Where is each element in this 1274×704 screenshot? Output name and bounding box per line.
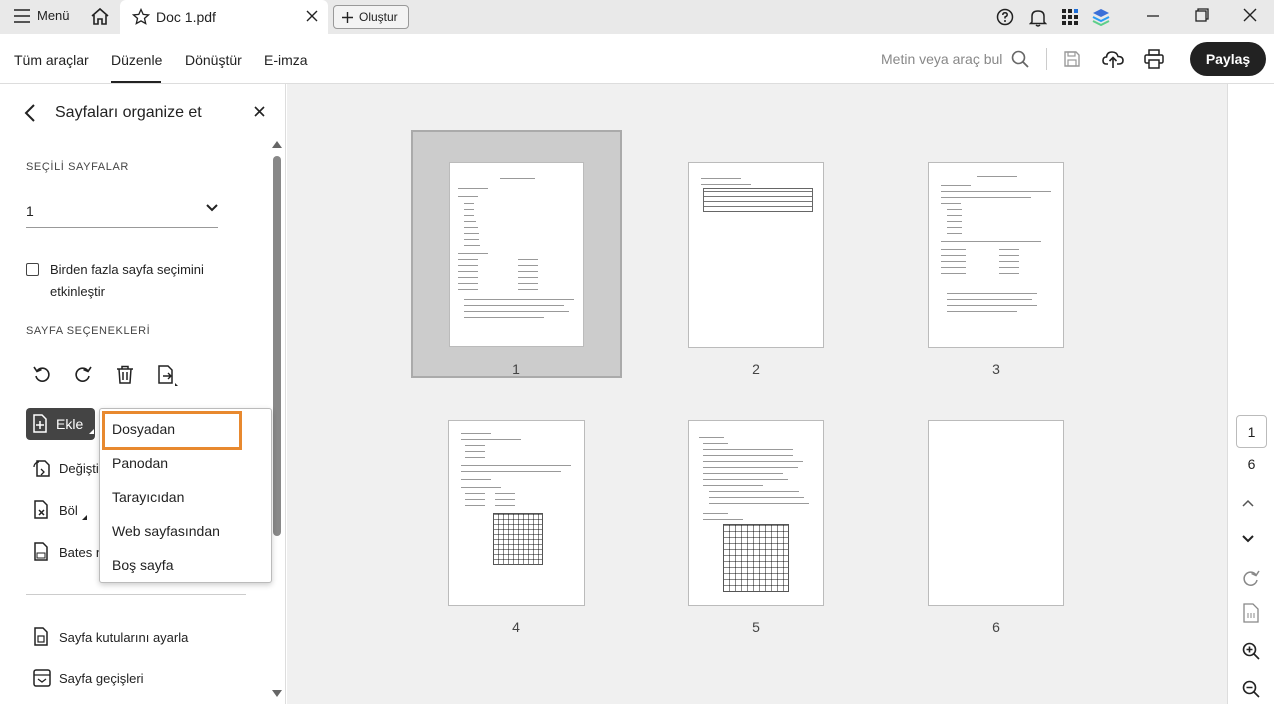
option-blank-page[interactable]: Boş sayfa	[112, 557, 173, 573]
minimize-icon[interactable]	[1147, 10, 1159, 22]
tab-e-sign[interactable]: E-imza	[264, 52, 308, 68]
scroll-up-arrow-icon[interactable]	[272, 140, 282, 148]
tab-edit[interactable]: Düzenle	[111, 52, 162, 68]
replace-page-icon	[33, 460, 50, 477]
page-thumbnails-area: 1 2 3 4 5 6	[287, 84, 1227, 704]
chevron-down-icon	[206, 204, 218, 212]
zoom-in-icon[interactable]	[1242, 642, 1260, 660]
set-page-boxes-button[interactable]: Sayfa kutularını ayarla	[33, 627, 188, 647]
dropdown-triangle-icon	[89, 428, 95, 434]
extract-page-icon[interactable]	[157, 365, 179, 387]
create-button[interactable]: Oluştur	[333, 5, 409, 29]
active-tab-indicator	[111, 81, 161, 83]
insert-dropdown-menu: Dosyadan Panodan Tarayıcıdan Web sayfası…	[99, 408, 272, 583]
page-number-3: 3	[992, 361, 1000, 377]
dropdown-triangle-icon	[81, 514, 87, 520]
page-transitions-button[interactable]: Sayfa geçişleri	[33, 669, 144, 687]
split-label: Böl	[59, 502, 78, 518]
option-from-scanner[interactable]: Tarayıcıdan	[112, 489, 184, 505]
cloud-upload-icon[interactable]	[1102, 49, 1124, 69]
profile-logo-icon[interactable]	[1092, 8, 1110, 26]
page-number-2: 2	[752, 361, 760, 377]
option-from-clipboard[interactable]: Panodan	[112, 455, 168, 471]
split-page-icon	[34, 500, 48, 519]
panel-title: Sayfaları organize et	[55, 104, 202, 121]
apps-grid-icon[interactable]	[1061, 8, 1079, 26]
page-number-6: 6	[992, 619, 1000, 635]
page-thumbnail-4[interactable]	[448, 420, 585, 606]
title-bar: Menü Doc 1.pdf Oluştur	[0, 0, 1274, 34]
restore-window-icon[interactable]	[1195, 8, 1209, 22]
split-button[interactable]: Böl	[33, 500, 87, 520]
star-icon[interactable]	[132, 8, 150, 26]
page-number-5: 5	[752, 619, 760, 635]
insert-page-icon	[33, 414, 47, 433]
delete-icon[interactable]	[116, 365, 134, 384]
page-thumbnail-5[interactable]	[688, 420, 824, 606]
search-tools-input[interactable]: Metin veya araç bul	[881, 51, 1002, 67]
page-options-label: SAYFA SEÇENEKLERİ	[26, 325, 151, 337]
main-toolbar: Tüm araçlar Düzenle Dönüştür E-imza Meti…	[0, 34, 1274, 84]
organize-pages-panel: Sayfaları organize et SEÇİLİ SAYFALAR 1 …	[0, 84, 286, 704]
page-number-1: 1	[512, 361, 520, 377]
bates-numbering-label: Bates n	[59, 544, 104, 560]
total-pages-label: 6	[1247, 456, 1256, 472]
home-icon[interactable]	[90, 7, 110, 27]
document-tab-name: Doc 1.pdf	[156, 9, 216, 25]
toolbar-divider	[1046, 48, 1047, 70]
close-tab-icon[interactable]	[306, 10, 318, 22]
save-icon[interactable]	[1063, 50, 1081, 68]
document-tab[interactable]: Doc 1.pdf	[120, 0, 328, 34]
page-thumbnail-2[interactable]	[688, 162, 824, 348]
selected-pages-value: 1	[26, 203, 34, 219]
current-page-input[interactable]: 1	[1236, 415, 1267, 448]
notification-bell-icon[interactable]	[1029, 8, 1047, 27]
print-icon[interactable]	[1144, 49, 1164, 69]
close-panel-icon[interactable]	[254, 106, 265, 117]
page-thumbnail-1[interactable]	[449, 162, 584, 347]
page-boxes-icon	[34, 627, 48, 646]
multi-select-label: Birden fazla sayfa seçimini etkinleştir	[50, 262, 204, 299]
panel-divider	[26, 594, 246, 595]
set-page-boxes-label: Sayfa kutularını ayarla	[59, 629, 189, 645]
replace-button[interactable]: Değişti	[33, 458, 99, 478]
replace-label: Değişti	[59, 460, 99, 476]
insert-button[interactable]: Ekle	[26, 408, 95, 440]
rotate-right-icon[interactable]	[74, 365, 92, 383]
hamburger-icon	[14, 8, 30, 23]
selected-pages-select[interactable]: 1	[26, 196, 218, 228]
close-window-icon[interactable]	[1243, 8, 1257, 22]
page-number-4: 4	[512, 619, 520, 635]
option-from-file[interactable]: Dosyadan	[112, 421, 175, 437]
page-transitions-icon	[33, 669, 51, 687]
insert-label: Ekle	[56, 416, 84, 432]
bates-numbering-button[interactable]: Bates n	[33, 542, 103, 562]
selected-pages-label: SEÇİLİ SAYFALAR	[26, 161, 129, 173]
bates-numbering-icon	[34, 542, 48, 561]
scroll-down-arrow-icon[interactable]	[272, 690, 282, 698]
back-arrow-icon[interactable]	[24, 104, 36, 122]
page-transitions-label: Sayfa geçişleri	[59, 670, 144, 686]
multi-select-checkbox[interactable]	[26, 263, 39, 276]
create-label: Oluştur	[359, 10, 398, 24]
page-thumbnail-3[interactable]	[928, 162, 1064, 348]
fit-page-icon[interactable]	[1243, 603, 1259, 623]
option-from-web-page[interactable]: Web sayfasından	[112, 523, 220, 539]
zoom-out-icon[interactable]	[1242, 680, 1260, 698]
panel-scrollbar[interactable]	[273, 156, 281, 536]
rotate-left-icon[interactable]	[33, 365, 51, 383]
share-button[interactable]: Paylaş	[1190, 42, 1266, 76]
rotate-view-icon[interactable]	[1242, 569, 1260, 587]
next-page-chevron-down-icon[interactable]	[1242, 535, 1254, 543]
plus-icon	[342, 11, 353, 23]
menu-label: Menü	[37, 8, 70, 23]
tab-convert[interactable]: Dönüştür	[185, 52, 242, 68]
previous-page-chevron-up-icon[interactable]	[1242, 499, 1254, 507]
tab-all-tools[interactable]: Tüm araçlar	[14, 52, 89, 68]
page-thumbnail-6[interactable]	[928, 420, 1064, 606]
right-rail: 1 6	[1227, 84, 1274, 704]
help-icon[interactable]	[996, 8, 1014, 26]
search-icon[interactable]	[1011, 50, 1029, 68]
menu-button[interactable]: Menü	[14, 8, 70, 23]
